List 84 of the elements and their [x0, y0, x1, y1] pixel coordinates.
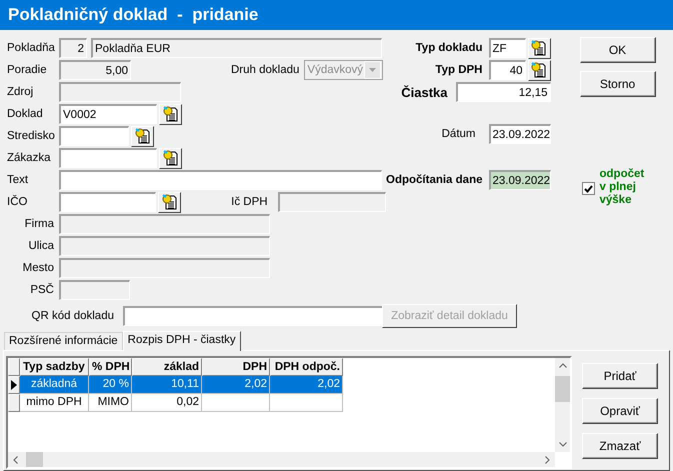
address-field[interactable] — [59, 236, 270, 256]
doc-type-field[interactable]: ZF — [488, 38, 526, 58]
table-cell: 2,02 — [202, 376, 270, 394]
vat-id-field[interactable] — [278, 192, 386, 212]
document-field[interactable]: V0002 — [59, 104, 157, 124]
table-cell: MIMO — [89, 394, 132, 412]
delete-button[interactable]: Zmazať — [582, 433, 658, 459]
name-field[interactable]: Pokladňa EUR — [91, 38, 382, 58]
text-field[interactable] — [59, 170, 382, 190]
column-header[interactable]: Typ sadzby — [20, 358, 89, 376]
field-label: Zákazka — [7, 152, 52, 164]
field-label: Odpočítania dane — [386, 174, 482, 186]
document-lookup-icon — [134, 128, 150, 144]
order-field[interactable]: 5,00 — [59, 60, 131, 80]
add-button[interactable]: Pridať — [582, 363, 658, 389]
field-label: Druh dokladu — [231, 64, 300, 76]
column-header[interactable]: základ — [132, 358, 202, 376]
lookup-button[interactable] — [159, 148, 182, 168]
table-cell: základná — [20, 376, 89, 394]
scroll-down-icon — [558, 442, 566, 447]
checkbox[interactable] — [582, 182, 594, 195]
horizontal-scrollbar[interactable] — [8, 452, 555, 467]
field-label: Doklad — [7, 108, 44, 120]
cancel-button[interactable]: Storno — [580, 71, 656, 97]
field-label: QR kód dokladu — [30, 310, 114, 322]
address-field[interactable] — [59, 258, 270, 278]
table-cell: 20 % — [89, 376, 132, 394]
number-field[interactable]: 2 — [59, 38, 87, 58]
field-label: Mesto — [22, 262, 54, 274]
lookup-button[interactable] — [528, 38, 550, 58]
lookup-button[interactable] — [159, 104, 182, 124]
column-header[interactable]: DPH odpoč. — [270, 358, 343, 376]
field-label: Dátum — [442, 128, 476, 140]
address-field[interactable] — [59, 280, 130, 300]
field-label: Text — [7, 174, 30, 186]
field-label: Čiastka — [401, 84, 448, 100]
source-field[interactable] — [59, 82, 181, 102]
scroll-left-icon — [13, 456, 18, 464]
scroll-thumb[interactable] — [26, 452, 43, 467]
vat-type-field[interactable]: 40 — [488, 60, 526, 80]
column-header[interactable]: % DPH — [89, 358, 132, 376]
lookup-button[interactable] — [528, 60, 550, 80]
edit-button[interactable]: Opraviť — [582, 398, 658, 424]
tab[interactable]: Rozšírené informácie — [4, 332, 123, 350]
ok-button[interactable]: OK — [580, 37, 656, 63]
document-lookup-icon — [531, 62, 547, 78]
lookup-button[interactable] — [158, 192, 182, 212]
field-label: IČO — [7, 196, 28, 208]
column-header[interactable]: DPH — [202, 358, 270, 376]
table-cell: mimo DPH — [20, 394, 89, 412]
field-label: Typ DPH — [435, 64, 482, 76]
field-label: Firma — [24, 218, 54, 230]
field-label: Stredisko — [7, 130, 56, 142]
date-field[interactable]: 23.09.2022 — [488, 124, 550, 144]
table-cell: 10,11 — [132, 376, 202, 394]
row-indicator[interactable] — [8, 376, 20, 394]
vertical-scrollbar[interactable] — [555, 358, 570, 452]
document-lookup-icon — [531, 40, 547, 56]
field-label: Ič DPH — [231, 196, 268, 208]
field-label: Poradie — [7, 64, 48, 76]
field-label: Pokladňa — [7, 42, 56, 54]
scroll-right-icon — [545, 456, 550, 464]
document-lookup-icon — [162, 106, 178, 122]
amount-field[interactable]: 12,15 — [456, 82, 550, 102]
scroll-up-icon — [558, 363, 566, 368]
id-field[interactable] — [58, 192, 156, 212]
order-field[interactable] — [59, 148, 157, 168]
field-label: Zdroj — [7, 86, 34, 98]
address-field[interactable] — [59, 214, 270, 234]
center-field[interactable] — [59, 126, 129, 146]
field-label: PSČ — [29, 284, 54, 296]
table-cell: 0,02 — [132, 394, 202, 412]
document-lookup-icon — [162, 150, 178, 166]
field-label: Ulica — [27, 240, 54, 252]
field-label: Typ dokladu — [416, 42, 482, 54]
table-cell — [202, 394, 270, 412]
window-title: Pokladničný doklad - pridanie — [8, 5, 258, 25]
document-lookup-icon — [162, 194, 178, 210]
lookup-button[interactable] — [131, 126, 154, 146]
scroll-thumb[interactable] — [555, 376, 570, 402]
date-field[interactable]: 23.09.2022 — [488, 170, 550, 190]
checkbox-label: odpočet v plnej výške — [600, 168, 646, 207]
tab[interactable]: Rozpis DPH - čiastky — [122, 331, 241, 351]
table-cell: 2,02 — [270, 376, 343, 394]
